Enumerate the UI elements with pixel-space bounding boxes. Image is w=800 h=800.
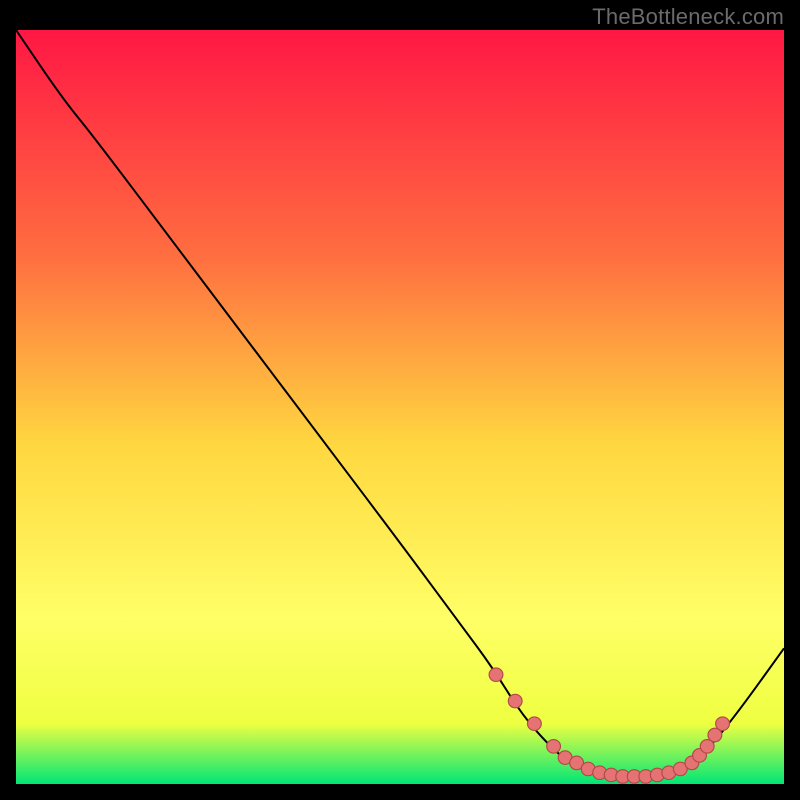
highlight-marker xyxy=(716,717,730,731)
chart-frame xyxy=(16,30,784,784)
highlight-marker xyxy=(527,717,541,731)
watermark-text: TheBottleneck.com xyxy=(592,4,784,30)
highlight-marker xyxy=(508,694,522,708)
gradient-background xyxy=(16,30,784,784)
highlight-marker xyxy=(547,740,561,754)
bottleneck-chart xyxy=(16,30,784,784)
highlight-marker xyxy=(489,668,503,682)
